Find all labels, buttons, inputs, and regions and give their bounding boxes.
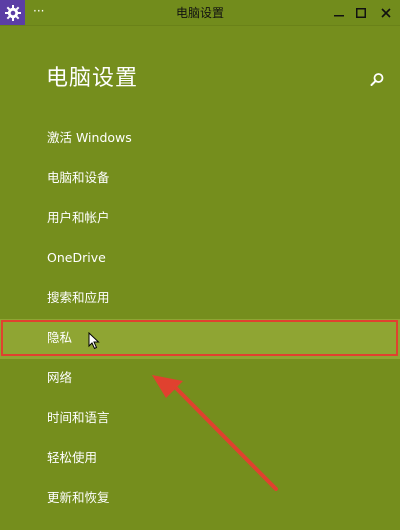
nav-item-network[interactable]: 网络 [0,359,400,399]
search-icon [370,73,384,86]
nav-item-accounts[interactable]: 用户和帐户 [0,199,400,239]
nav-item-privacy[interactable]: 隐私 [0,319,400,359]
close-button[interactable] [375,0,397,25]
nav-item-pc-and-devices[interactable]: 电脑和设备 [0,159,400,199]
close-icon [381,7,391,18]
nav-item-label: 网络 [47,370,73,385]
nav-item-label: 更新和恢复 [47,490,110,505]
gear-icon [4,4,21,21]
nav-item-label: 隐私 [47,330,73,345]
nav-item-label: 用户和帐户 [47,210,110,225]
nav-item-label: 时间和语言 [47,410,110,425]
nav-item-label: 激活 Windows [47,130,132,145]
minimize-button[interactable] [328,0,350,25]
page-title: 电脑设置 [46,66,139,91]
nav-item-onedrive[interactable]: OneDrive [0,239,400,279]
maximize-button[interactable] [350,0,372,25]
maximize-icon [356,7,366,18]
nav-item-label: 电脑和设备 [47,170,110,185]
nav-item-label: 搜索和应用 [47,290,110,305]
title-bar: ··· 电脑设置 [0,0,400,26]
settings-nav: 激活 Windows 电脑和设备 用户和帐户 OneDrive 搜索和应用 隐私… [0,119,400,519]
search-button[interactable] [368,71,386,89]
minimize-icon [334,14,344,16]
nav-item-label: 轻松使用 [47,450,98,465]
nav-item-update-and-recovery[interactable]: 更新和恢复 [0,479,400,519]
nav-item-search-and-apps[interactable]: 搜索和应用 [0,279,400,319]
system-menu-button[interactable]: ··· [33,3,44,19]
nav-item-activate-windows[interactable]: 激活 Windows [0,119,400,159]
app-gear-icon[interactable] [0,0,25,25]
nav-item-time-and-language[interactable]: 时间和语言 [0,399,400,439]
nav-item-label: OneDrive [47,250,106,265]
nav-item-ease-of-access[interactable]: 轻松使用 [0,439,400,479]
